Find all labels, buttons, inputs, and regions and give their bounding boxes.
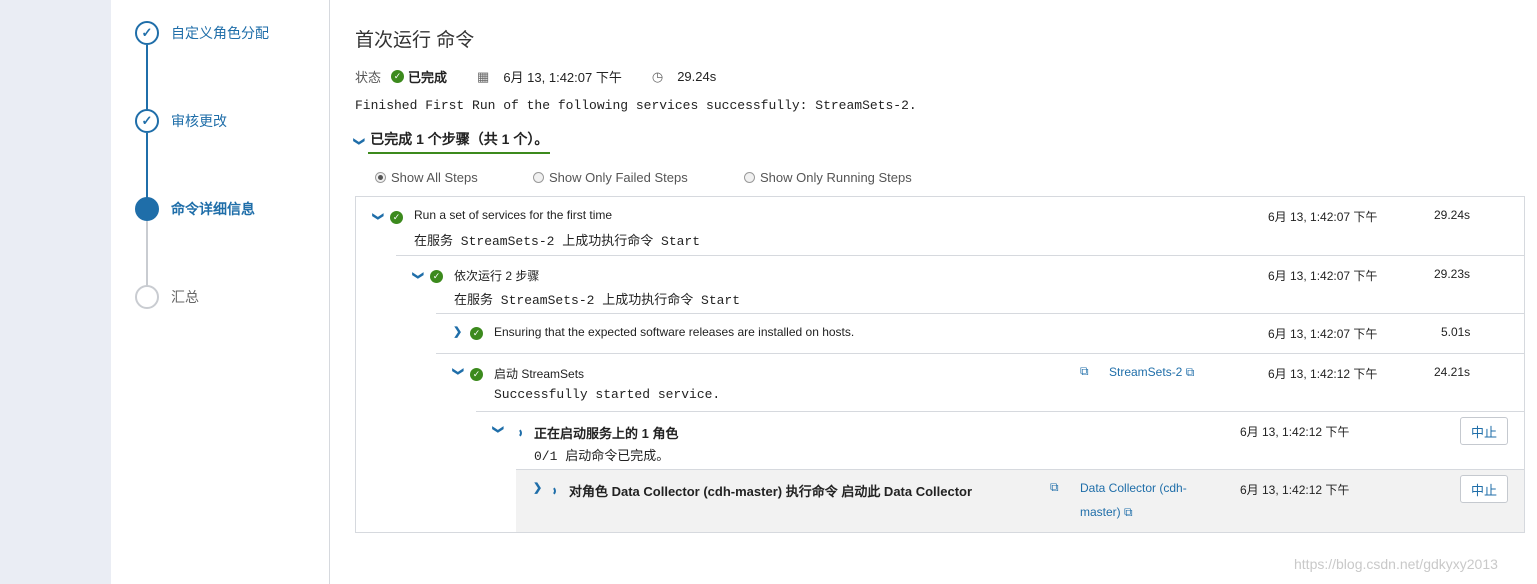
wizard-step-label: 命令详细信息: [171, 201, 255, 217]
step-filters: Show All Steps Show Only Failed Steps Sh…: [375, 170, 912, 185]
step-row: ❯ ✓ Run a set of services for the first …: [356, 197, 1524, 255]
role-link-line2: master): [1080, 505, 1121, 519]
step-title: 启动 StreamSets: [494, 367, 585, 381]
duration: ◷ 29.24s: [652, 69, 716, 85]
step-duration: 24.21s: [1434, 365, 1471, 379]
step-time: 6月 13, 1:42:07 下午: [1268, 327, 1378, 341]
success-icon: ✓: [470, 368, 483, 381]
check-icon: ✓: [135, 21, 159, 45]
filter-running-steps[interactable]: Show Only Running Steps: [744, 170, 912, 185]
chevron-right-icon[interactable]: ❯: [533, 481, 542, 494]
role-link[interactable]: master) ⧉: [1080, 505, 1133, 520]
wizard-step-label: 自定义角色分配: [171, 25, 269, 41]
step-time: 6月 13, 1:42:12 下午: [1240, 425, 1350, 439]
steps-summary: 已完成 1 个步骤（共 1 个）。: [368, 128, 551, 154]
service-link-label: StreamSets-2: [1109, 365, 1183, 379]
page-title: 首次运行 命令: [355, 30, 475, 51]
step-title: 依次运行 2 步骤: [454, 269, 540, 283]
filter-label: Show Only Failed Steps: [549, 170, 688, 185]
chevron-down-icon[interactable]: ❯: [452, 367, 465, 376]
external-link-icon: ⧉: [1185, 365, 1195, 379]
chevron-down-icon[interactable]: ❯: [412, 271, 425, 280]
step-time: 6月 13, 1:42:12 下午: [1240, 483, 1350, 497]
step-title: Run a set of services for the first time: [414, 208, 613, 222]
status-row: 状态 ✓ 已完成 ▦ 6月 13, 1:42:07 下午 ◷ 29.24s: [355, 67, 746, 86]
chevron-down-icon: ❯: [353, 136, 366, 146]
wizard-step-summary[interactable]: 汇总: [135, 285, 199, 309]
app-left-strip: [0, 0, 111, 584]
radio-selected-icon: [375, 172, 386, 183]
status-value: 已完成: [408, 70, 448, 85]
wizard-step-command-details[interactable]: 命令详细信息: [135, 197, 255, 221]
external-link-icon: ⧉: [1124, 505, 1133, 519]
current-step-icon: [135, 197, 159, 221]
step-row: ❯ 对角色 Data Collector (cdh-master) 执行命令 启…: [516, 469, 1524, 532]
filter-label: Show All Steps: [391, 170, 478, 185]
external-link-icon[interactable]: ⧉: [1050, 480, 1059, 495]
filter-failed-steps[interactable]: Show Only Failed Steps: [533, 170, 744, 185]
success-icon: ✓: [470, 327, 483, 340]
finished-message: Finished First Run of the following serv…: [355, 98, 917, 113]
abort-button[interactable]: 中止: [1460, 417, 1508, 445]
radio-icon: [533, 172, 544, 183]
running-spinner-icon: [546, 486, 556, 496]
steps-summary-toggle[interactable]: ❯ 已完成 1 个步骤（共 1 个）。: [353, 128, 551, 154]
start-time-value: 6月 13, 1:42:07 下午: [503, 70, 622, 85]
status-label: 状态: [355, 70, 382, 85]
wizard-sidebar: ✓ 自定义角色分配 ✓ 审核更改 命令详细信息 汇总: [111, 0, 330, 584]
calendar-icon: ▦: [477, 68, 490, 84]
abort-button[interactable]: 中止: [1460, 475, 1508, 503]
step-time: 6月 13, 1:42:07 下午: [1268, 269, 1378, 283]
step-title: 对角色 Data Collector (cdh-master) 执行命令 启动此…: [569, 484, 973, 499]
success-icon: ✓: [390, 211, 403, 224]
radio-icon: [744, 172, 755, 183]
step-time: 6月 13, 1:42:07 下午: [1268, 210, 1378, 224]
pending-step-icon: [135, 285, 159, 309]
wizard-step-review-changes[interactable]: ✓ 审核更改: [135, 109, 227, 133]
step-title: Ensuring that the expected software rele…: [494, 325, 855, 339]
step-detail: Successfully started service.: [494, 387, 721, 402]
step-row: ❯ 正在启动服务上的 1 角色 0/1 启动命令已完成。 6月 13, 1:42…: [476, 411, 1524, 469]
filter-all-steps[interactable]: Show All Steps: [375, 170, 533, 185]
step-row: ❯ ✓ Ensuring that the expected software …: [436, 313, 1524, 353]
step-title: 正在启动服务上的 1 角色: [534, 426, 679, 441]
chevron-down-icon[interactable]: ❯: [372, 212, 385, 221]
step-detail: 在服务 StreamSets-2 上成功执行命令 Start: [454, 293, 741, 308]
running-spinner-icon: [512, 428, 522, 438]
watermark: https://blog.csdn.net/gdkyxy2013: [1294, 556, 1498, 572]
duration-value: 29.24s: [677, 69, 717, 84]
chevron-down-icon[interactable]: ❯: [492, 425, 505, 434]
role-link-line1[interactable]: Data Collector (cdh-: [1080, 481, 1187, 495]
step-row: ❯ ✓ 启动 StreamSets Successfully started s…: [436, 353, 1524, 411]
chevron-right-icon[interactable]: ❯: [453, 325, 462, 338]
wizard-step-custom-roles[interactable]: ✓ 自定义角色分配: [135, 21, 269, 45]
success-icon: ✓: [391, 70, 405, 83]
filter-label: Show Only Running Steps: [760, 170, 912, 185]
start-time: ▦ 6月 13, 1:42:07 下午: [477, 67, 622, 86]
service-link[interactable]: StreamSets-2 ⧉: [1109, 365, 1194, 380]
step-time: 6月 13, 1:42:12 下午: [1268, 367, 1378, 381]
success-icon: ✓: [430, 270, 443, 283]
check-icon: ✓: [135, 109, 159, 133]
step-row: ❯ ✓ 依次运行 2 步骤 在服务 StreamSets-2 上成功执行命令 S…: [396, 255, 1524, 313]
clock-icon: ◷: [651, 68, 664, 84]
step-duration: 29.23s: [1434, 267, 1471, 281]
step-detail: 0/1 启动命令已完成。: [534, 449, 670, 464]
step-detail: 在服务 StreamSets-2 上成功执行命令 Start: [414, 234, 701, 249]
step-duration: 29.24s: [1434, 208, 1471, 222]
steps-table: ❯ ✓ Run a set of services for the first …: [355, 196, 1525, 533]
external-link-icon[interactable]: ⧉: [1080, 364, 1089, 379]
wizard-step-label: 汇总: [171, 289, 199, 305]
wizard-step-label: 审核更改: [171, 113, 227, 129]
step-duration: 5.01s: [1441, 325, 1471, 339]
